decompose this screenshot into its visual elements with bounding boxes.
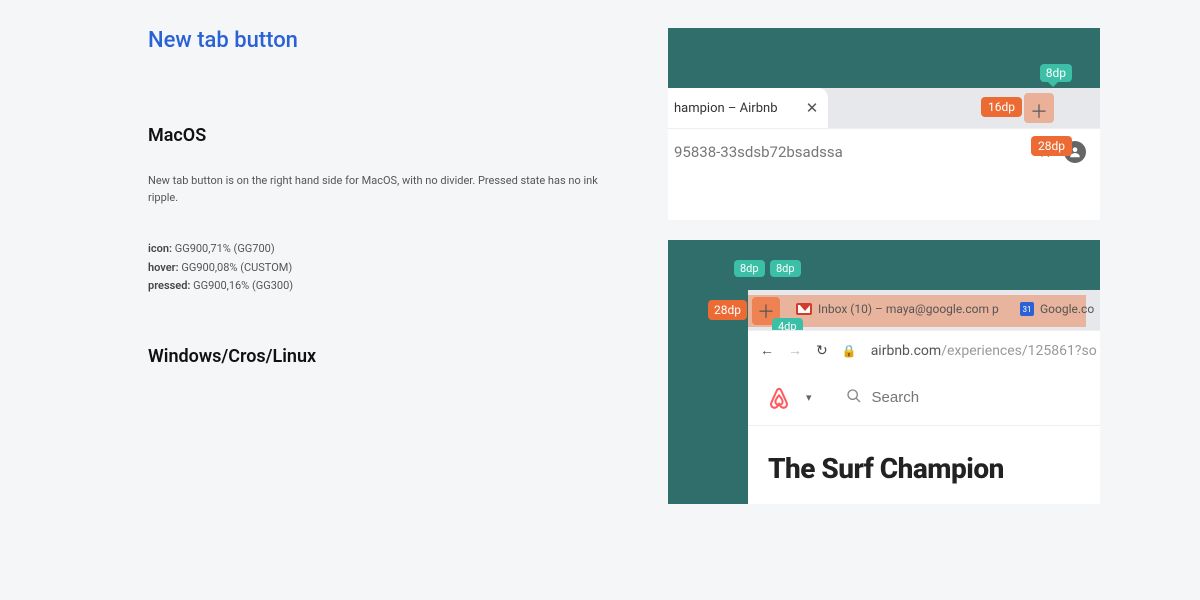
macos-mock: hampion – Airbnb ✕ ＋ 8dp 16dp 95838-33sd…: [668, 28, 1100, 220]
win-heading: Windows/Cros/Linux: [148, 346, 608, 367]
annotation-28dp: 28dp: [708, 300, 747, 320]
airbnb-logo-icon[interactable]: [768, 386, 790, 410]
browser-toolbar: ← → ↻ 🔒 airbnb.com/experiences/125861?so: [748, 330, 1100, 370]
page-body: ▾ The Surf Champion: [748, 370, 1100, 504]
annotation-16dp: 16dp: [981, 97, 1022, 117]
url-bar[interactable]: airbnb.com/experiences/125861?so: [871, 343, 1097, 359]
active-tab[interactable]: hampion – Airbnb ✕: [668, 88, 828, 128]
gmail-favicon-icon: [796, 303, 812, 315]
url-path: /experiences/125861?so: [941, 343, 1097, 359]
spec-pressed-value: GG900,16% (GG300): [193, 279, 293, 292]
calendar-favicon-icon: 31: [1020, 302, 1034, 316]
tab1-label[interactable]: Inbox (10) – maya@google.com p: [818, 302, 999, 316]
spec-icon-value: GG900,71% (GG700): [175, 242, 275, 255]
win-mock: 8dp 8dp 28dp ＋ 4dp Inbox (10) – maya@goo…: [668, 240, 1100, 504]
macos-description: New tab button is on the right hand side…: [148, 172, 608, 206]
annotation-8dp: 8dp: [1040, 64, 1072, 82]
close-icon[interactable]: ✕: [804, 99, 820, 117]
spec-icon-label: icon:: [148, 242, 172, 255]
search-input[interactable]: [872, 389, 1071, 406]
url-host: airbnb.com: [871, 343, 942, 359]
annotation-28dp: 28dp: [1031, 136, 1072, 156]
annotation-8dp-a: 8dp: [734, 260, 765, 277]
tab2-label[interactable]: Google.co: [1040, 302, 1094, 316]
macos-specs: icon: GG900,71% (GG700) hover: GG900,08%…: [148, 240, 608, 296]
page-headline: The Surf Champion: [748, 426, 1100, 485]
url-fragment: 95838-33sdsb72bsadssa: [674, 143, 1038, 161]
search-wrap: [846, 388, 1071, 408]
forward-icon: →: [788, 342, 802, 359]
page-title: New tab button: [148, 28, 608, 53]
annotation-8dp-b: 8dp: [770, 260, 801, 277]
back-icon[interactable]: ←: [760, 342, 774, 359]
reload-icon[interactable]: ↻: [816, 343, 828, 359]
lock-icon[interactable]: 🔒: [842, 344, 857, 358]
page-content-placeholder: [668, 174, 1100, 220]
macos-heading: MacOS: [148, 125, 608, 146]
search-icon[interactable]: [846, 388, 862, 408]
new-tab-button[interactable]: ＋: [1030, 98, 1048, 124]
spec-hover-label: hover:: [148, 261, 179, 274]
spec-pressed-label: pressed:: [148, 279, 190, 292]
tab-title: hampion – Airbnb: [674, 101, 796, 116]
spec-hover-value: GG900,08% (CUSTOM): [181, 261, 292, 274]
chevron-down-icon[interactable]: ▾: [806, 391, 812, 404]
